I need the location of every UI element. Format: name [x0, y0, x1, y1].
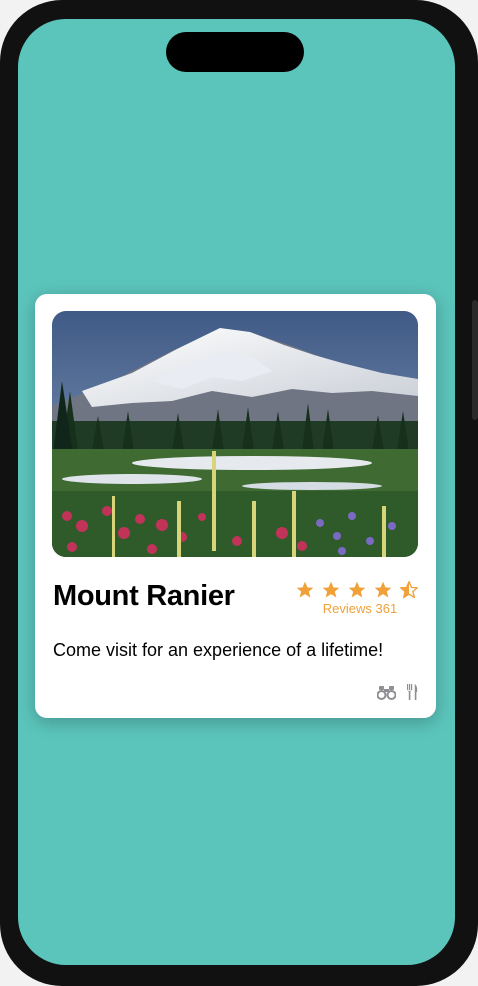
landmark-photo — [52, 311, 418, 557]
reviews-count: Reviews 361 — [322, 601, 398, 616]
landmark-card[interactable]: Mount Ranier Reviews 361 Come visit for … — [35, 294, 436, 718]
star-filled-icon — [348, 581, 366, 598]
star-filled-icon — [374, 581, 392, 598]
fork-knife-icon — [407, 684, 418, 700]
mountain-image — [52, 311, 418, 557]
star-filled-icon — [322, 581, 340, 598]
rating: Reviews 361 — [295, 580, 419, 616]
landmark-title: Mount Ranier — [53, 580, 235, 612]
star-filled-icon — [296, 581, 314, 598]
dynamic-island — [166, 32, 304, 72]
star-half-icon — [400, 581, 418, 599]
star-rating — [295, 580, 419, 600]
amenity-icons — [377, 684, 418, 700]
phone-frame: Mount Ranier Reviews 361 Come visit for … — [0, 0, 478, 986]
side-button — [472, 300, 478, 420]
binoculars-icon — [377, 685, 396, 700]
screen: Mount Ranier Reviews 361 Come visit for … — [18, 19, 455, 965]
landmark-tagline: Come visit for an experience of a lifeti… — [53, 640, 384, 660]
